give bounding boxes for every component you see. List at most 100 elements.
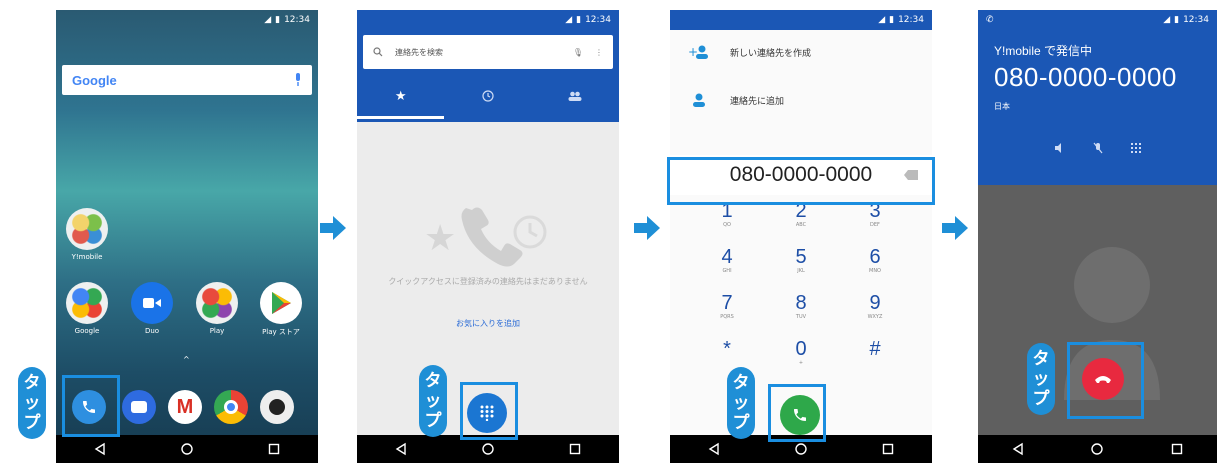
- contact-search-box[interactable]: 連絡先を検索 🎙 ⋮: [363, 35, 613, 69]
- back-icon[interactable]: [707, 442, 721, 456]
- tap-callout-label: タ ッ プ: [18, 367, 46, 439]
- dialpad-icon[interactable]: [1130, 142, 1142, 154]
- tap-callout-label: タ ッ プ: [727, 367, 755, 439]
- home-icon[interactable]: [794, 442, 808, 456]
- people-icon: [568, 91, 582, 101]
- person-icon: [693, 93, 705, 107]
- callout-char: ッ: [424, 391, 442, 411]
- mic-icon[interactable]: 🎙: [573, 48, 583, 57]
- add-to-contact-row[interactable]: 連絡先に追加: [670, 80, 932, 120]
- app-duo[interactable]: Duo: [131, 282, 173, 335]
- mute-icon[interactable]: [1092, 142, 1104, 154]
- app-play-store[interactable]: Play ストア: [260, 282, 302, 337]
- battery-icon: ▮: [576, 15, 582, 25]
- speaker-icon[interactable]: [1054, 142, 1066, 154]
- signal-icon: ◢: [264, 15, 272, 25]
- battery-icon: ▮: [275, 15, 281, 25]
- battery-icon: ▮: [1174, 15, 1180, 25]
- step-arrow-icon: [634, 216, 660, 240]
- dial-key[interactable]: 2 ABC: [764, 200, 838, 240]
- home-icon[interactable]: [1090, 442, 1104, 456]
- status-time: 12:34: [898, 15, 924, 25]
- nav-bar: [978, 435, 1217, 463]
- callout-char: タ: [732, 373, 750, 393]
- tap-callout-label: タ ッ プ: [1027, 343, 1055, 415]
- app-label: Play: [209, 327, 225, 335]
- callee-country: 日本: [994, 102, 1010, 111]
- dial-key[interactable]: 8 TUV: [764, 292, 838, 332]
- google-search-bar[interactable]: Google: [62, 65, 312, 95]
- app-drawer-caret-icon[interactable]: ^: [183, 355, 190, 364]
- star-icon: ★: [394, 88, 407, 104]
- create-contact-row[interactable]: + 新しい連絡先を作成: [670, 32, 932, 72]
- empty-message: クイックアクセスに登録済みの連絡先はまだありません: [388, 277, 588, 286]
- app-play-folder[interactable]: Play: [196, 282, 238, 335]
- dial-key[interactable]: 4 GHI: [690, 246, 764, 286]
- dial-key[interactable]: #: [838, 338, 912, 378]
- dial-key-digit: #: [869, 338, 881, 360]
- recents-icon[interactable]: [568, 442, 582, 456]
- tab-favorites[interactable]: ★: [357, 76, 444, 116]
- messages-app-icon[interactable]: [122, 390, 156, 424]
- tap-highlight-box: [62, 375, 120, 437]
- recents-icon[interactable]: [881, 442, 895, 456]
- recents-icon[interactable]: [267, 442, 281, 456]
- dial-key-letters: ABC: [795, 222, 807, 228]
- back-icon[interactable]: [394, 442, 408, 456]
- call-indicator-icon: ✆: [986, 15, 994, 25]
- dial-key-digit: 4: [721, 246, 733, 268]
- dial-key[interactable]: *: [690, 338, 764, 378]
- create-contact-label: 新しい連絡先を作成: [730, 48, 812, 59]
- dial-key-letters: WXYZ: [867, 314, 883, 320]
- callout-char: プ: [732, 413, 750, 433]
- status-bar: ◢ ▮ 12:34: [357, 10, 619, 30]
- dial-key-digit: 5: [795, 246, 807, 268]
- tab-recents[interactable]: [444, 76, 531, 116]
- tab-contacts[interactable]: [532, 76, 619, 116]
- folder-icon: [66, 282, 108, 324]
- back-icon[interactable]: [93, 442, 107, 456]
- dial-key[interactable]: 3 DEF: [838, 200, 912, 240]
- dial-key-digit: 6: [869, 246, 881, 268]
- chrome-app-icon[interactable]: [214, 390, 248, 424]
- folder-icon: [66, 208, 108, 250]
- duo-icon: [131, 282, 173, 324]
- tutorial-stage: ◢ ▮ 12:34 Google Y!mobile Google Duo Pla…: [0, 0, 1217, 463]
- dial-key-letters: QO: [723, 222, 731, 228]
- dial-key-letters: +: [798, 360, 804, 366]
- dial-key[interactable]: 7 PQRS: [690, 292, 764, 332]
- gmail-app-icon[interactable]: M: [168, 390, 202, 424]
- back-icon[interactable]: [1011, 442, 1025, 456]
- camera-app-icon[interactable]: [260, 390, 294, 424]
- dial-key[interactable]: 0 +: [764, 338, 838, 378]
- app-google-folder[interactable]: Google: [66, 282, 108, 335]
- app-label: Google: [74, 327, 100, 335]
- dial-key[interactable]: 5 JKL: [764, 246, 838, 286]
- recents-icon[interactable]: [1170, 442, 1184, 456]
- play-store-icon: [260, 282, 302, 324]
- callout-char: タ: [1032, 349, 1050, 369]
- dial-key[interactable]: 6 MNO: [838, 246, 912, 286]
- dial-key[interactable]: 9 WXYZ: [838, 292, 912, 332]
- home-icon[interactable]: [180, 442, 194, 456]
- tab-bar: ★: [357, 76, 619, 116]
- tap-highlight-box: [460, 382, 518, 440]
- dial-key-letters: TUV: [795, 314, 807, 320]
- folder-icon: [196, 282, 238, 324]
- mic-icon[interactable]: [294, 73, 302, 87]
- home-icon[interactable]: [481, 442, 495, 456]
- status-time: 12:34: [1183, 15, 1209, 25]
- app-label: Play ストア: [262, 328, 300, 336]
- status-time: 12:34: [585, 15, 611, 25]
- add-person-icon: +: [688, 45, 708, 59]
- clock-icon: [482, 90, 494, 102]
- step-arrow-icon: [942, 216, 968, 240]
- dial-key[interactable]: 1 QO: [690, 200, 764, 240]
- call-controls: [1054, 142, 1142, 154]
- add-favorite-link[interactable]: お気に入りを追加: [357, 318, 619, 329]
- status-time: 12:34: [284, 15, 310, 25]
- status-bar: ✆ ◢ ▮ 12:34: [978, 10, 1217, 30]
- app-ymobile-folder[interactable]: Y!mobile: [66, 208, 108, 261]
- more-icon[interactable]: ⋮: [595, 48, 603, 57]
- step-arrow-icon: [320, 216, 346, 240]
